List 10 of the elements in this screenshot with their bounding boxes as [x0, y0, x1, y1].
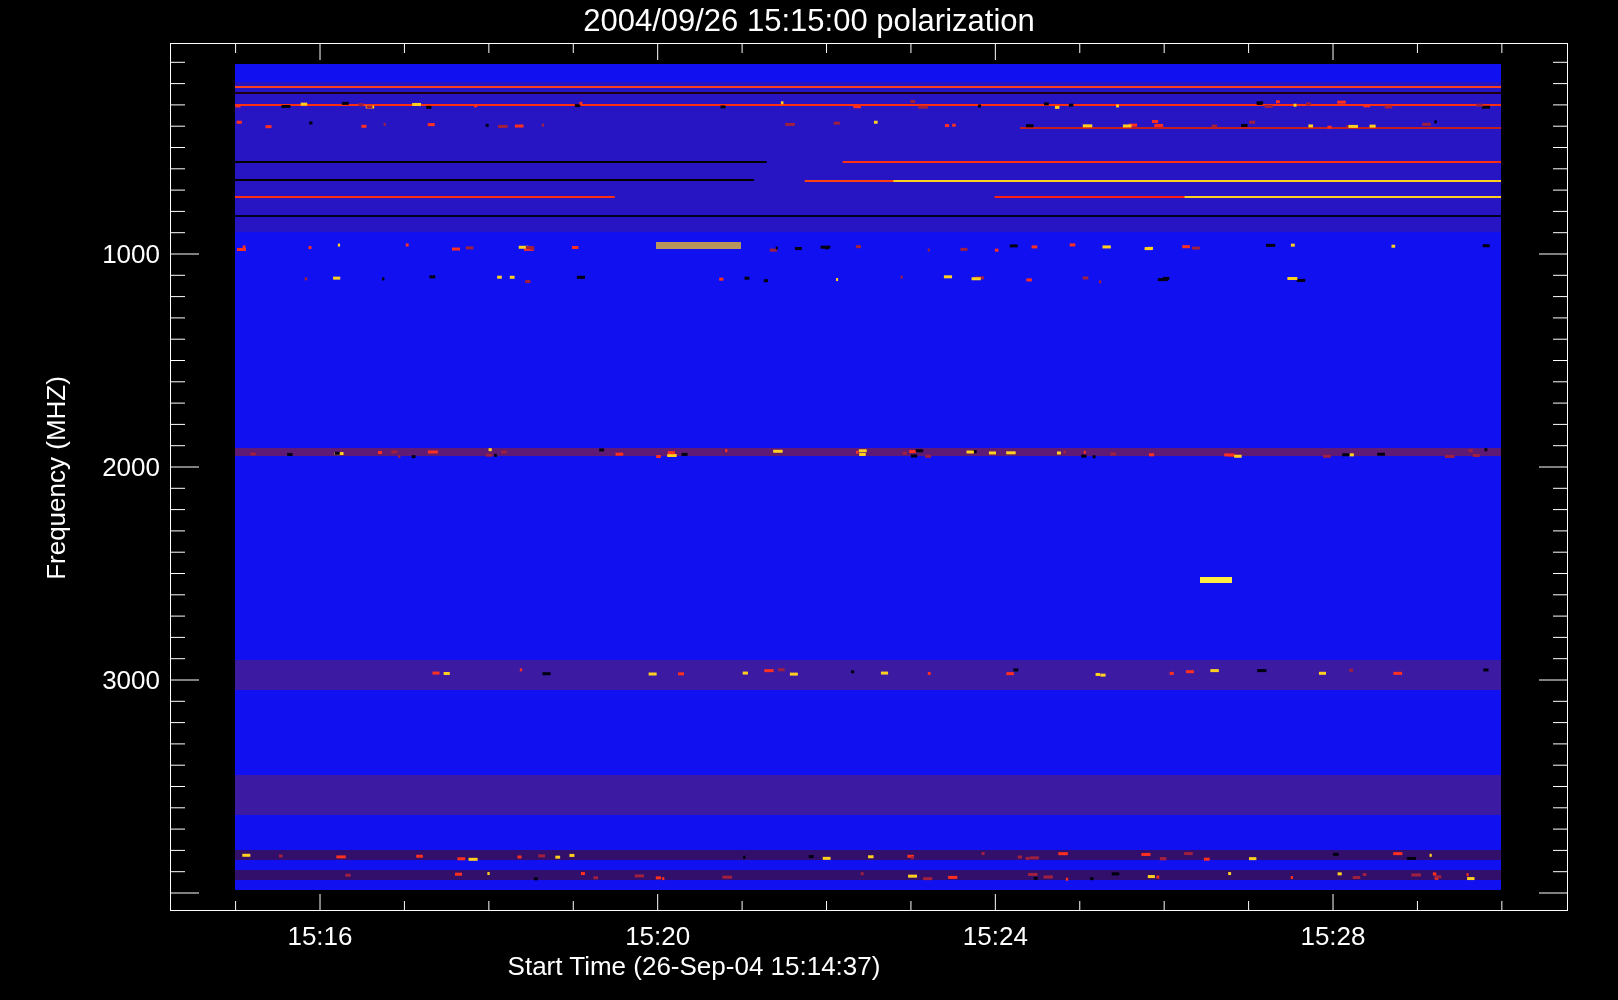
- y-tick-label: 2000: [102, 452, 160, 482]
- x-tick-label: 15:16: [287, 921, 353, 951]
- x-axis-title: Start Time (26-Sep-04 15:14:37): [507, 951, 881, 981]
- y-tick-label: 3000: [102, 665, 160, 695]
- x-tick-label: 15:20: [625, 921, 691, 951]
- y-axis-title: Frequency (MHZ): [41, 376, 71, 580]
- x-tick-label: 15:28: [1300, 921, 1366, 951]
- x-tick-label: 15:24: [962, 921, 1028, 951]
- y-tick-label: 1000: [102, 239, 160, 269]
- plot-title: 2004/09/26 15:15:00 polarization: [583, 3, 1035, 38]
